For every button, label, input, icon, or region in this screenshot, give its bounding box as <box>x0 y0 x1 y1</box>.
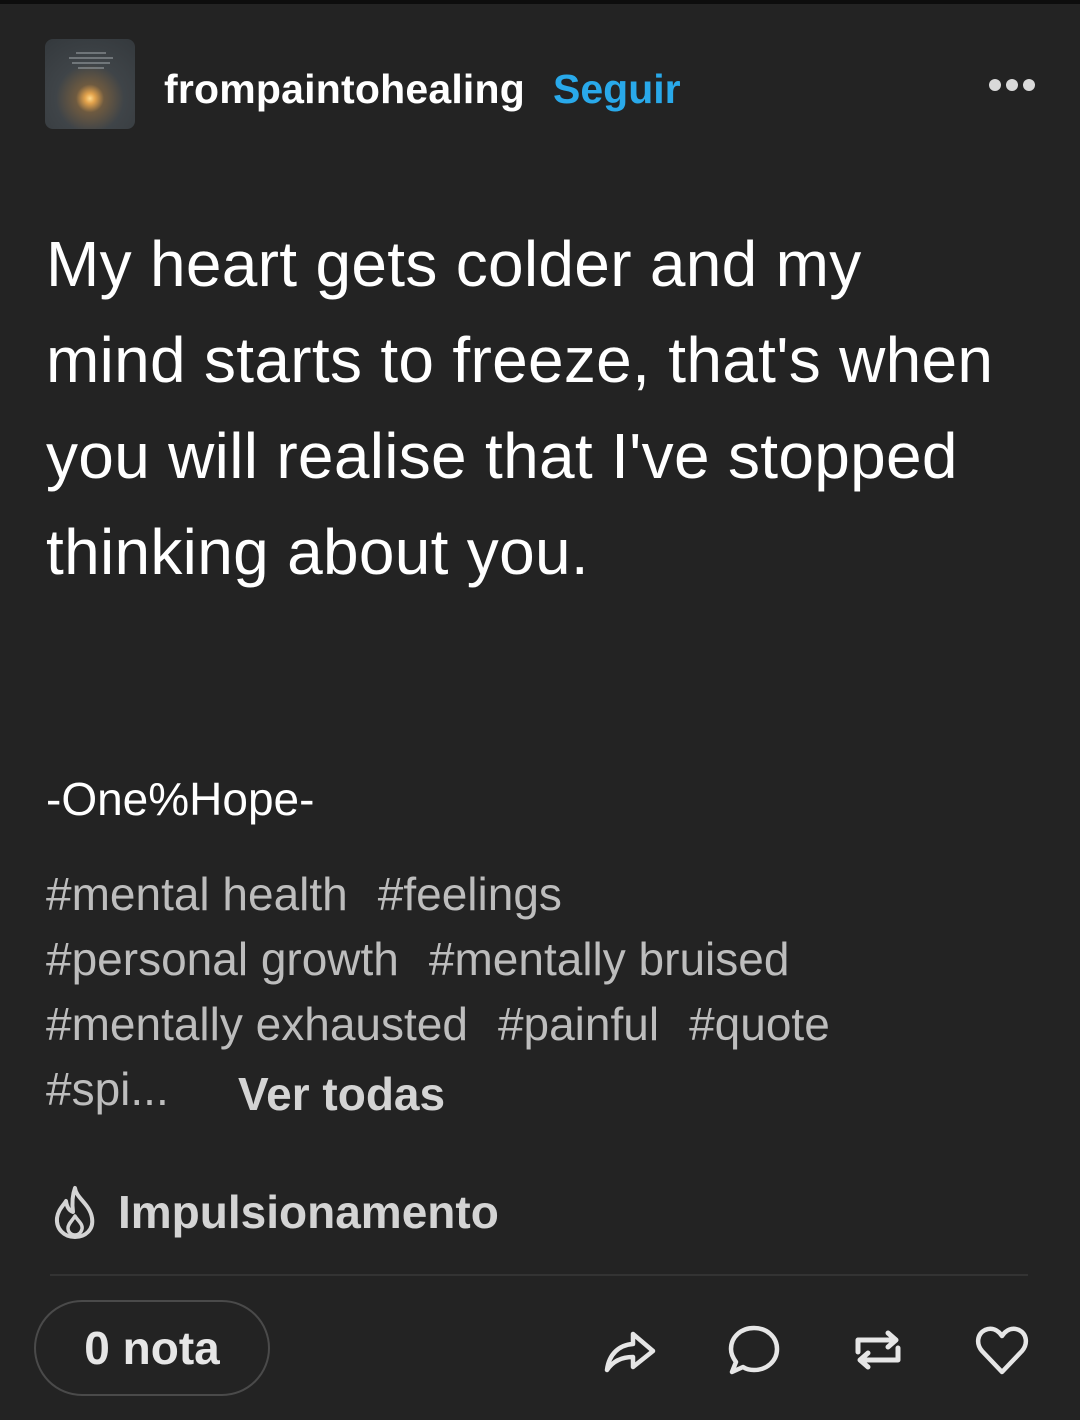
tag-mentally-exhausted[interactable]: #mentally exhausted <box>46 992 468 1057</box>
avatar-scribble <box>67 49 115 75</box>
tag-personal-growth[interactable]: #personal growth <box>46 927 399 992</box>
tag-list: #mental health #feelings #personal growth… <box>46 862 1036 1122</box>
tag-painful[interactable]: #painful <box>498 992 659 1057</box>
tag-mental-health[interactable]: #mental health <box>46 862 348 927</box>
tag-truncated[interactable]: #spi... <box>46 1057 169 1122</box>
reblog-icon[interactable] <box>850 1322 906 1378</box>
tag-feelings[interactable]: #feelings <box>378 862 562 927</box>
share-arrow-icon[interactable] <box>601 1322 657 1378</box>
flame-icon <box>54 1186 95 1239</box>
post-card: frompaintohealing Seguir My heart gets c… <box>0 4 1080 1420</box>
follow-button[interactable]: Seguir <box>553 66 681 113</box>
boost-button[interactable]: Impulsionamento <box>50 1182 499 1242</box>
heart-icon[interactable] <box>974 1322 1030 1378</box>
tag-quote[interactable]: #quote <box>689 992 830 1057</box>
post-text: My heart gets colder and my mind starts … <box>46 228 994 588</box>
notes-count-button[interactable]: 0 nota <box>34 1300 270 1396</box>
blog-avatar[interactable] <box>45 39 135 129</box>
see-all-tags-button[interactable]: Ver todas <box>238 1067 445 1121</box>
post-signature: -One%Hope- <box>46 773 315 825</box>
boost-label: Impulsionamento <box>118 1186 499 1238</box>
speech-bubble-icon[interactable] <box>726 1322 782 1378</box>
footer-divider <box>50 1274 1028 1276</box>
tag-mentally-bruised[interactable]: #mentally bruised <box>429 927 790 992</box>
more-options-icon[interactable] <box>984 70 1040 100</box>
blog-name[interactable]: frompaintohealing <box>164 66 525 113</box>
